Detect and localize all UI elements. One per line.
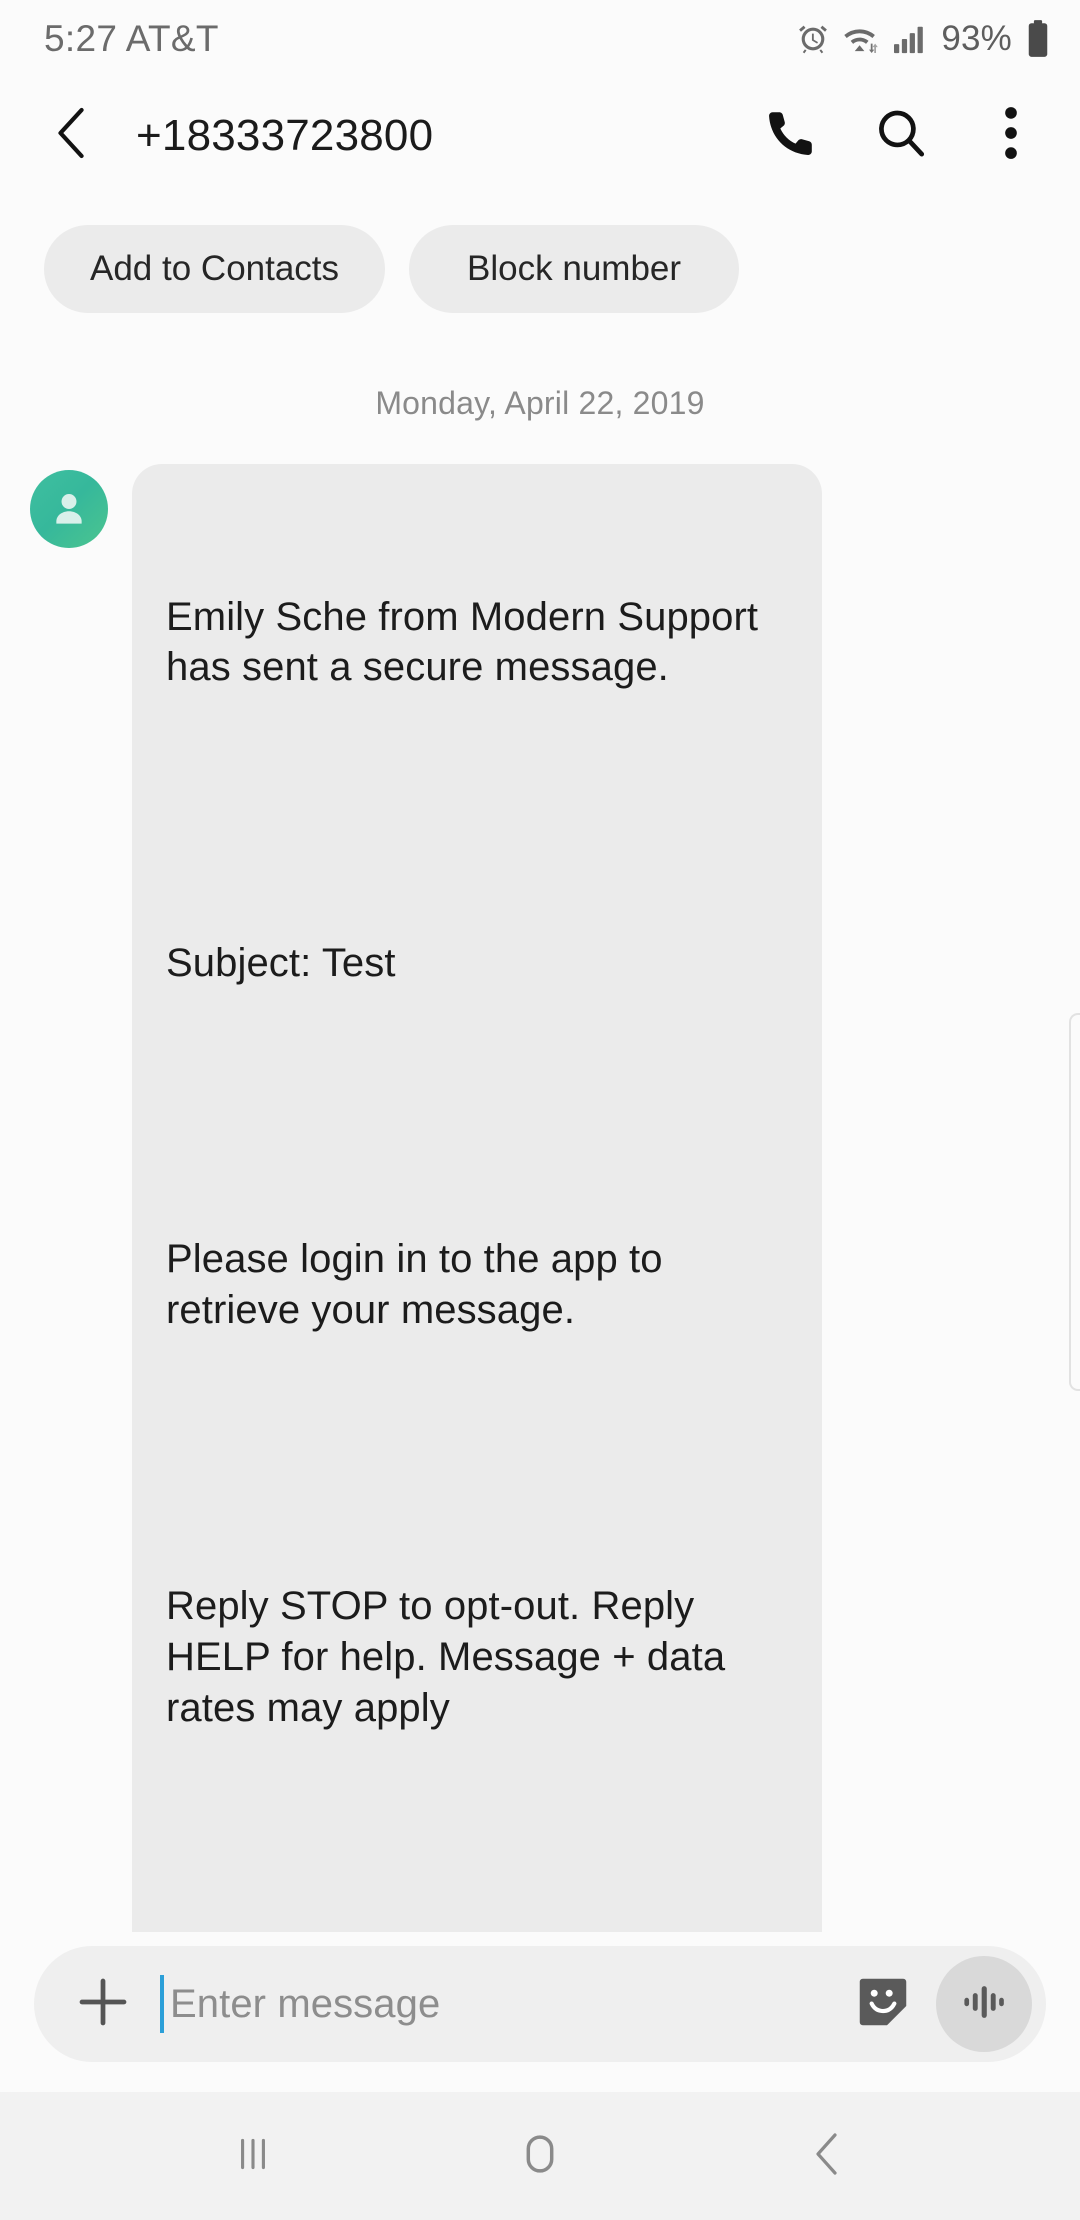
call-button[interactable] xyxy=(760,105,822,167)
message-list[interactable]: Monday, April 22, 2019 Emily Sche from M… xyxy=(0,313,1080,1932)
back-chevron-icon xyxy=(49,104,95,167)
avatar xyxy=(30,470,108,548)
message-input[interactable]: Enter message xyxy=(160,1946,846,2062)
message-paragraph-1: Emily Sche from Modern Support has sent … xyxy=(166,594,770,690)
status-time-carrier: 5:27 AT&T xyxy=(44,18,219,59)
phone-icon xyxy=(765,107,817,164)
unknown-sender-actions: Add to Contacts Block number xyxy=(0,193,1080,313)
block-number-chip[interactable]: Block number xyxy=(409,225,740,313)
composer-bar: Enter message xyxy=(0,1932,1080,2092)
status-bar: 5:27 AT&T 93% xyxy=(0,0,1080,78)
date-separator: Monday, April 22, 2019 xyxy=(375,385,705,421)
sticker-icon xyxy=(852,1971,914,2038)
composer-field-container: Enter message xyxy=(34,1946,1046,2062)
search-button[interactable] xyxy=(870,105,932,167)
text-caret xyxy=(160,1975,164,2033)
status-icons: 93% xyxy=(796,19,1050,59)
voice-record-icon xyxy=(956,1974,1012,2035)
more-vertical-icon xyxy=(1003,105,1019,166)
voice-record-button[interactable] xyxy=(936,1956,1032,2052)
recents-button[interactable] xyxy=(198,2101,308,2211)
sticker-button[interactable] xyxy=(846,1967,920,2041)
attachment-button[interactable] xyxy=(68,1969,138,2039)
search-icon xyxy=(874,106,928,165)
message-paragraph-3: Please login in to the app to retrieve y… xyxy=(166,1237,674,1333)
back-button[interactable] xyxy=(36,100,108,172)
message-paragraph-4: Reply STOP to opt-out. Reply HELP for he… xyxy=(166,1584,737,1730)
home-icon xyxy=(514,2128,566,2185)
system-navigation-bar xyxy=(0,2092,1080,2220)
bubble-wrapper: Emily Sche from Modern Support has sent … xyxy=(108,464,1052,1932)
message-bubble[interactable]: Emily Sche from Modern Support has sent … xyxy=(132,464,822,1932)
toolbar-actions xyxy=(760,105,1042,167)
nav-back-icon xyxy=(803,2128,851,2185)
alarm-icon xyxy=(796,22,830,56)
battery-percent-label: 93% xyxy=(941,19,1012,58)
page-title: +18333723800 xyxy=(136,110,434,160)
overflow-menu-button[interactable] xyxy=(980,105,1042,167)
message-paragraph-2: Subject: Test xyxy=(166,941,396,986)
message-input-placeholder: Enter message xyxy=(170,1981,441,2026)
messaging-screen: 5:27 AT&T 93% +18333723800 Add to Contac… xyxy=(0,0,1080,2220)
signal-icon xyxy=(892,23,928,55)
recents-icon xyxy=(228,2129,278,2184)
nav-back-button[interactable] xyxy=(772,2101,882,2211)
add-to-contacts-chip[interactable]: Add to Contacts xyxy=(44,225,386,313)
wifi-icon xyxy=(841,22,881,56)
battery-icon xyxy=(1026,20,1050,58)
plus-icon xyxy=(73,1972,133,2037)
conversation-toolbar: +18333723800 xyxy=(0,78,1080,193)
message-row: Emily Sche from Modern Support has sent … xyxy=(0,464,1080,1932)
scroll-indicator[interactable] xyxy=(1069,1013,1080,1391)
home-button[interactable] xyxy=(485,2101,595,2211)
